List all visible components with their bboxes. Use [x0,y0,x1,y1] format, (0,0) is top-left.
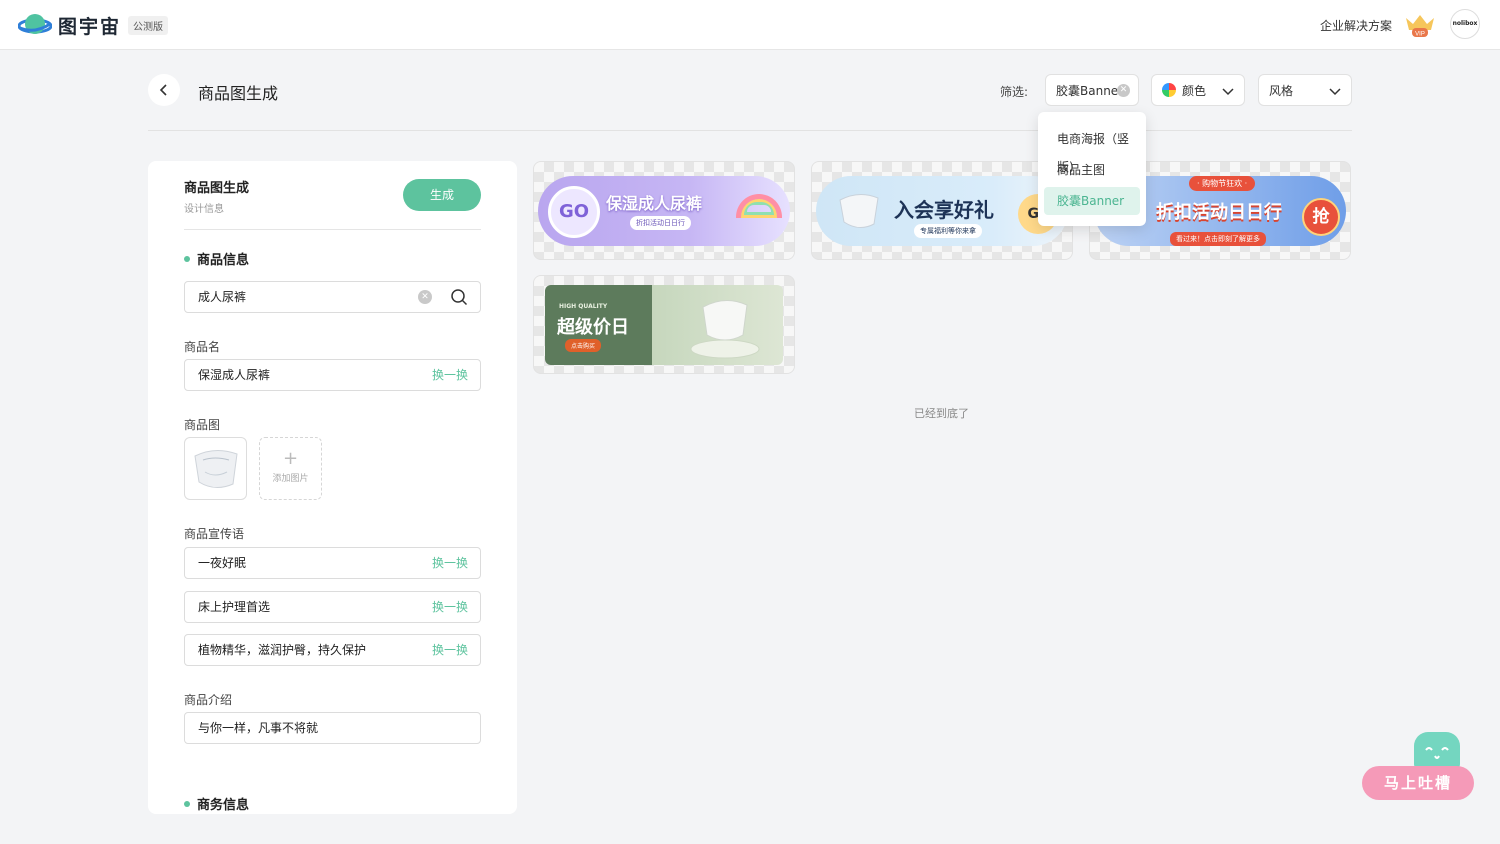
add-image-button[interactable]: + 添加图片 [259,437,322,500]
header-divider [148,130,1352,131]
filter-label: 筛选: [1000,85,1029,99]
search-icon[interactable] [450,288,468,306]
slogan-input-2[interactable]: 床上护理首选 换一换 [184,591,481,623]
product-name-label: 商品名 [184,340,221,354]
product-search-value: 成人尿裤 [198,290,247,304]
user-avatar[interactable]: nolibox [1450,9,1480,39]
panel-title: 商品图生成 [184,181,250,196]
color-filter-select[interactable]: 颜色 [1151,74,1245,106]
panel-subtitle: 设计信息 [184,204,224,215]
dropdown-item-main-image[interactable]: 商品主图（3:4) [1044,156,1140,205]
end-of-list-text: 已经到底了 [914,407,969,420]
banner-title: 折扣活动日日行 [1156,202,1282,223]
banner-title: 保湿成人尿裤 [606,194,703,213]
product-name-input[interactable]: 保湿成人尿裤 换一换 [184,359,481,391]
beta-badge: 公测版 [128,16,168,35]
dropdown-item-poster[interactable]: 电商海报（竖版) [1044,125,1140,174]
intro-value: 与你一样，凡事不将就 [198,721,319,735]
capsule-banner-preview: GO 保湿成人尿裤 折扣活动日日行 [538,176,790,246]
chevron-down-icon [1329,88,1341,96]
style-filter-label: 风格 [1269,83,1294,98]
slogan-input-3[interactable]: 植物精华，滋润护臀，持久保护 换一换 [184,634,481,666]
add-image-label: 添加图片 [272,474,309,484]
clear-search-icon[interactable]: ✕ [418,290,432,304]
type-dropdown-menu: 电商海报（竖版) 商品主图（3:4) 胶囊Banner [1038,112,1146,226]
slogan-input-1[interactable]: 一夜好眠 换一换 [184,547,481,579]
go-badge: GO [548,186,600,238]
generate-button[interactable]: 生成 [403,179,481,211]
banner-tag: · 购物节狂欢 · [1189,176,1256,191]
type-filter-select[interactable]: 胶囊Banner ✕ [1045,74,1139,106]
slogan-value: 植物精华，滋润护臀，持久保护 [198,643,367,657]
product-image-thumbnail[interactable] [184,437,247,500]
banner-title: 入会享好礼 [894,198,994,222]
banner-tagline: HIGH QUALITY [559,303,608,310]
mascot-face-icon [1425,747,1449,759]
plus-icon: + [282,448,299,469]
planet-logo-icon[interactable] [18,11,52,39]
chevron-down-icon [1222,88,1234,96]
back-button[interactable] [148,74,180,106]
color-wheel-icon [1162,83,1176,97]
business-info-label: 商务信息 [197,798,250,813]
page-title: 商品图生成 [198,84,279,103]
brand-name[interactable]: 图宇宙 [58,12,121,39]
diaper-image [839,194,879,228]
style-filter-select[interactable]: 风格 [1258,74,1352,106]
dropdown-item-capsule-banner[interactable]: 胶囊Banner [1044,187,1140,215]
section-dot-icon [184,800,190,807]
banner-subtitle: 专属福利等你来拿 [914,224,982,238]
slogan-label: 商品宣传语 [184,527,245,541]
color-filter-label: 颜色 [1182,83,1207,98]
rainbow-icon [736,194,782,218]
product-name-value: 保湿成人尿裤 [198,368,271,382]
product-image-label: 商品图 [184,418,221,432]
product-info-heading: 商品信息 [184,249,249,268]
intro-label: 商品介绍 [184,693,233,707]
swap-slogan-button[interactable]: 换一换 [432,592,468,622]
type-filter-value: 胶囊Banner [1056,83,1124,98]
panel-divider [184,229,481,230]
capsule-banner-preview: 入会享好礼 专属福利等你来拿 Go [816,176,1068,246]
clear-filter-icon[interactable]: ✕ [1117,84,1130,97]
slogan-value: 一夜好眠 [198,556,247,570]
banner-cta: 点击购买 [565,339,602,352]
diaper-on-podium-image [690,300,760,359]
mascot-icon [1414,732,1460,770]
swap-slogan-button[interactable]: 换一换 [432,635,468,665]
result-card[interactable]: GO 保湿成人尿裤 折扣活动日日行 [533,161,795,260]
section-dot-icon [184,255,190,262]
grab-badge: 抢 [1302,198,1340,236]
feedback-button[interactable]: 马上吐槽 [1362,766,1474,800]
vip-text: VIP [1415,32,1425,38]
slogan-value: 床上护理首选 [198,600,271,614]
vip-crown-icon[interactable]: VIP [1403,12,1437,38]
banner-preview: HIGH QUALITY 超级价日 点击购买 [545,285,783,365]
business-info-heading: 商务信息 [184,794,249,813]
feedback-widget[interactable]: 马上吐槽 [1362,732,1478,804]
product-search-input[interactable]: 成人尿裤 ✕ [184,281,481,313]
result-card[interactable]: 入会享好礼 专属福利等你来拿 Go [811,161,1073,260]
swap-slogan-button[interactable]: 换一换 [432,548,468,578]
result-card[interactable]: HIGH QUALITY 超级价日 点击购买 [533,275,795,374]
swap-name-button[interactable]: 换一换 [432,360,468,390]
enterprise-solutions-link[interactable]: 企业解决方案 [1320,17,1392,34]
banner-subtitle: 看过来！点击即刻了解更多 [1170,232,1266,246]
design-info-panel: 商品图生成 设计信息 生成 商品信息 成人尿裤 ✕ 商品名 保湿成人尿裤 换一换… [148,161,517,814]
diaper-image [194,450,238,488]
chevron-left-icon [159,84,167,96]
product-info-label: 商品信息 [197,253,250,268]
top-bar: 图宇宙 公测版 企业解决方案 VIP nolibox [0,0,1500,50]
banner-subtitle: 折扣活动日日行 [630,216,691,230]
intro-input[interactable]: 与你一样，凡事不将就 [184,712,481,744]
banner-title: 超级价日 [557,317,629,338]
